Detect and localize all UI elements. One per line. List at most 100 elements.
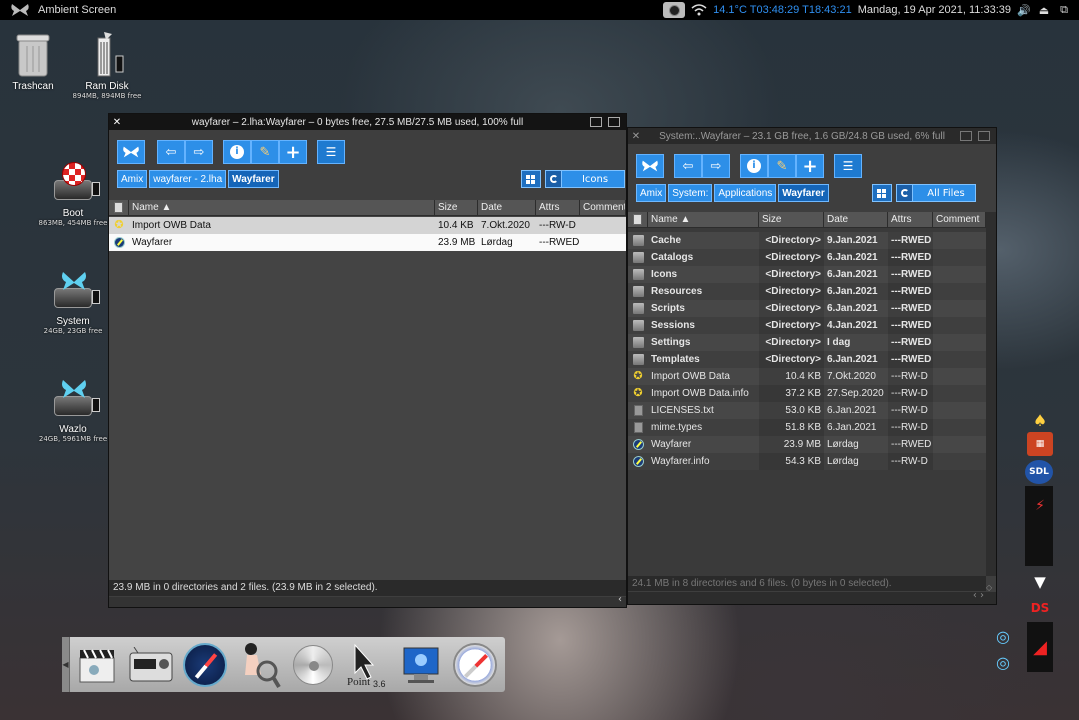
back-button[interactable]: ⇦	[674, 154, 702, 178]
rename-button[interactable]: ✎	[251, 140, 279, 164]
table-row[interactable]: Wayfarer 23.9 MB Lørdag ---RWED	[628, 436, 986, 453]
table-row[interactable]: Wayfarer 23.9 MB Lørdag ---RWED	[109, 234, 626, 251]
dock-app-safari[interactable]	[448, 640, 502, 690]
wayfarer-archive-window[interactable]: ✕ wayfarer – 2.lha:Wayfarer – 0 bytes fr…	[108, 113, 627, 608]
table-row[interactable]: Icons <Directory> 6.Jan.2021 ---RWED	[628, 266, 986, 283]
column-header-attrs[interactable]: Attrs	[536, 200, 580, 215]
breadcrumb-wayfarer[interactable]: Wayfarer	[778, 184, 829, 202]
dock-app-compass[interactable]	[178, 640, 232, 690]
butterfly-menu-button[interactable]	[636, 154, 664, 178]
breadcrumb-amix[interactable]: Amix	[636, 184, 667, 202]
column-header-date[interactable]: Date	[824, 212, 888, 227]
dock-app-pointer[interactable]: Point 3.6	[340, 640, 394, 690]
table-row[interactable]: Sessions <Directory> 4.Jan.2021 ---RWED	[628, 317, 986, 334]
scroll-left-right-icon[interactable]: ‹ ›	[973, 590, 984, 601]
eject-icon[interactable]: ⏏	[1037, 4, 1051, 17]
column-header-attrs[interactable]: Attrs	[888, 212, 933, 227]
column-header-size[interactable]: Size	[435, 200, 478, 215]
info-button[interactable]: i	[223, 140, 251, 164]
table-row[interactable]: Resources <Directory> 6.Jan.2021 ---RWED	[628, 283, 986, 300]
column-header-date[interactable]: Date	[478, 200, 536, 215]
clapper-icon	[79, 649, 115, 682]
wayfarer-system-window[interactable]: ✕ System:..Wayfarer – 23.1 GB free, 1.6 …	[627, 127, 997, 605]
file-name: Wayfarer	[651, 439, 692, 450]
game-tool-icon[interactable]: ▦	[1027, 432, 1053, 456]
grid-view-button[interactable]	[872, 184, 892, 202]
dock-app-clapper[interactable]	[70, 640, 124, 690]
depth-icon[interactable]	[608, 117, 620, 127]
table-row[interactable]: ✪ Import OWB Data 10.4 KB 7.Okt.2020 ---RW-D	[628, 368, 986, 385]
table-row[interactable]: Wayfarer.info 54.3 KB Lørdag ---RW-D	[628, 453, 986, 470]
table-row[interactable]: mime.types 51.8 KB 6.Jan.2021 ---RW-D	[628, 419, 986, 436]
dock-app-cd[interactable]	[286, 640, 340, 690]
dock-app-pinup[interactable]	[232, 640, 286, 690]
file-date: 9.Jan.2021	[827, 235, 878, 246]
red-shape-icon[interactable]: ◢	[1027, 622, 1053, 672]
breadcrumb-amix[interactable]: Amix	[117, 170, 148, 188]
desktop-icon-ram-disk[interactable]: Ram Disk 894MB, 894MB free	[52, 30, 162, 100]
rename-button[interactable]: ✎	[768, 154, 796, 178]
new-button[interactable]: +	[796, 154, 824, 178]
butterfly-logo-icon[interactable]	[10, 3, 30, 17]
sdl-icon[interactable]: SDL	[1025, 460, 1053, 484]
game-logo-icon[interactable]: ⚡	[1027, 494, 1053, 518]
close-icon[interactable]: ✕	[628, 131, 644, 142]
breadcrumb-system[interactable]: System:	[668, 184, 713, 202]
zoom-icon[interactable]	[590, 117, 602, 127]
ds-icon[interactable]: DS	[1027, 596, 1053, 620]
column-header-comment[interactable]: Comment	[933, 212, 986, 227]
table-row[interactable]: Scripts <Directory> 6.Jan.2021 ---RWED	[628, 300, 986, 317]
list-view-button[interactable]: ☰	[317, 140, 345, 164]
scroll-arrows-icon[interactable]: ◇	[986, 583, 992, 592]
table-row[interactable]: ✪ Import OWB Data 10.4 KB 7.Okt.2020 ---…	[109, 217, 626, 234]
column-header-name[interactable]: Name ▲	[648, 212, 759, 227]
column-header-name[interactable]: Name ▲	[129, 200, 435, 215]
column-header-size[interactable]: Size	[759, 212, 824, 227]
file-list[interactable]: Name ▲ Size Date Attrs Comment Cache <Dir…	[628, 212, 986, 576]
breadcrumb-archive[interactable]: wayfarer - 2.lha	[149, 170, 227, 188]
arrow-right-icon: ⇨	[193, 144, 205, 160]
joystick-icon[interactable]: ♠	[1027, 408, 1053, 432]
forward-button[interactable]: ⇨	[702, 154, 730, 178]
blue-ring-icon[interactable]: ◎	[990, 624, 1016, 648]
column-header-comment[interactable]: Comment	[580, 200, 626, 215]
list-view-button[interactable]: ☰	[834, 154, 862, 178]
dock-app-radio[interactable]	[124, 640, 178, 690]
close-icon[interactable]: ✕	[109, 117, 125, 128]
horizontal-scrollbar[interactable]: ‹	[109, 594, 626, 607]
vertical-scrollbar[interactable]: ◇	[986, 212, 996, 592]
table-row[interactable]: ✪ Import OWB Data.info 37.2 KB 27.Sep.2020-…	[628, 385, 986, 402]
screenshot-camera-icon[interactable]	[663, 2, 686, 18]
view-mode-select[interactable]: All Files	[896, 184, 976, 202]
horizontal-scrollbar[interactable]: ‹ ›	[628, 590, 996, 604]
dock-handle-icon[interactable]: ◀	[62, 637, 70, 692]
shield-icon[interactable]: ▼	[1027, 570, 1053, 594]
back-button[interactable]: ⇦	[157, 140, 185, 164]
table-row[interactable]: Catalogs <Directory> 6.Jan.2021 ---RWED	[628, 249, 986, 266]
wifi-icon[interactable]	[691, 4, 707, 16]
forward-button[interactable]: ⇨	[185, 140, 213, 164]
scroll-left-icon[interactable]: ‹	[618, 594, 622, 605]
volume-icon[interactable]: 🔊	[1017, 4, 1031, 17]
window-switch-icon[interactable]: ⧉	[1057, 3, 1071, 17]
dock-app-monitor[interactable]	[394, 640, 448, 690]
window-titlebar[interactable]: ✕ System:..Wayfarer – 23.1 GB free, 1.6 …	[628, 128, 996, 144]
zoom-icon[interactable]	[960, 131, 972, 141]
table-row[interactable]: Settings <Directory> I dag ---RWED	[628, 334, 986, 351]
breadcrumb-applications[interactable]: Applications	[714, 184, 777, 202]
grid-view-button[interactable]	[521, 170, 541, 188]
file-list[interactable]: Name ▲ Size Date Attrs Comment ✪ Import …	[109, 200, 626, 580]
depth-icon[interactable]	[978, 131, 990, 141]
blue-ring-2-icon[interactable]: ◎	[990, 650, 1016, 674]
table-row[interactable]: LICENSES.txt 53.0 KB 6.Jan.2021 ---RW-D	[628, 402, 986, 419]
document-icon	[633, 422, 643, 433]
info-button[interactable]: i	[740, 154, 768, 178]
breadcrumb-wayfarer[interactable]: Wayfarer	[228, 170, 279, 188]
view-mode-select[interactable]: Icons	[545, 170, 625, 188]
table-row[interactable]: Cache <Directory> 9.Jan.2021 ---RWED	[628, 232, 986, 249]
window-titlebar[interactable]: ✕ wayfarer – 2.lha:Wayfarer – 0 bytes fr…	[109, 114, 626, 130]
butterfly-menu-button[interactable]	[117, 140, 145, 164]
new-button[interactable]: +	[279, 140, 307, 164]
table-row[interactable]: Templates <Directory> 6.Jan.2021 ---RWED	[628, 351, 986, 368]
clock[interactable]: Mandag, 19 Apr 2021, 11:33:39	[858, 4, 1011, 16]
